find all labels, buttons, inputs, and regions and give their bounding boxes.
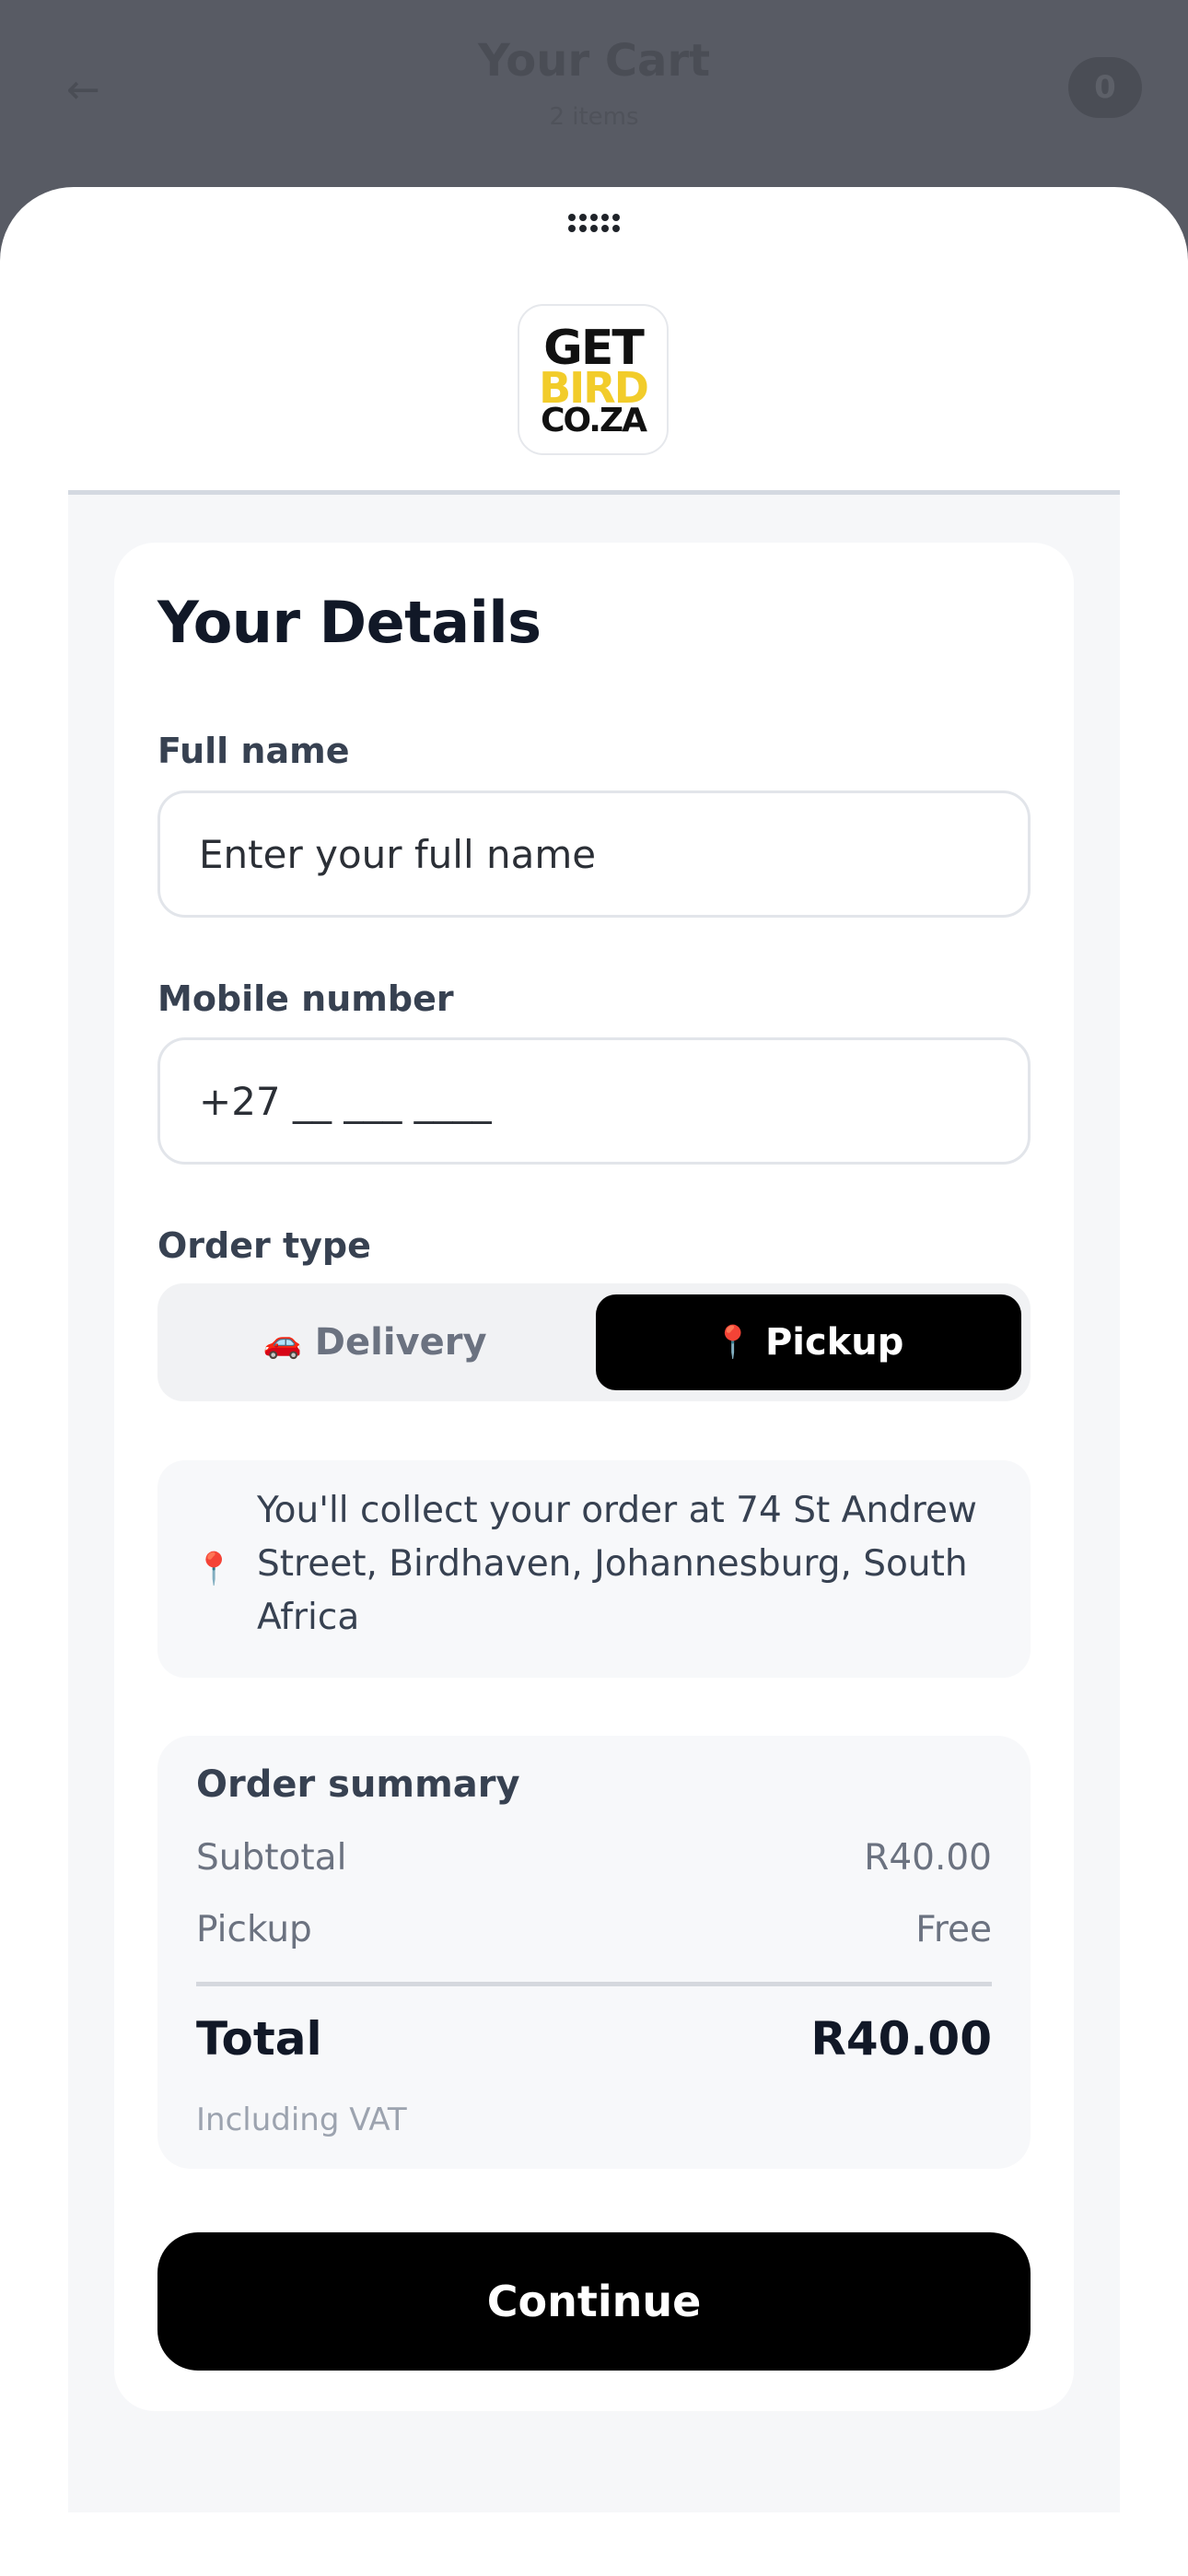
subtotal-value: R40.00 xyxy=(864,1837,992,1879)
subtotal-label: Subtotal xyxy=(196,1837,347,1879)
cart-title: Your Cart xyxy=(477,35,711,87)
full-name-label: Full name xyxy=(157,731,350,771)
total-value: R40.00 xyxy=(810,2012,992,2066)
pickup-fee-value: Free xyxy=(915,1909,992,1950)
order-type-toggle: 🚗 Delivery 📍 Pickup xyxy=(157,1283,1031,1401)
mobile-number-label: Mobile number xyxy=(157,978,454,1019)
cart-count-badge: 0 xyxy=(1068,57,1142,118)
order-summary: Order summary Subtotal R40.00 Pickup Fre… xyxy=(157,1736,1031,2169)
order-type-label: Order type xyxy=(157,1225,371,1266)
full-name-input[interactable] xyxy=(157,790,1031,918)
car-icon: 🚗 xyxy=(262,1324,302,1361)
pin-icon: 📍 xyxy=(713,1324,752,1361)
pickup-fee-label: Pickup xyxy=(196,1909,312,1950)
drag-handle-icon[interactable] xyxy=(568,214,620,234)
logo-text-coza: CO.ZA xyxy=(541,402,647,439)
pickup-label: Pickup xyxy=(764,1321,904,1364)
details-panel: Your Details Full name Mobile number Ord… xyxy=(68,495,1120,2512)
continue-button[interactable]: Continue xyxy=(157,2232,1031,2371)
total-label: Total xyxy=(196,2012,322,2066)
order-summary-title: Order summary xyxy=(196,1763,520,1806)
vat-note: Including VAT xyxy=(196,2102,407,2138)
details-bottom-sheet: GET BIRD CO.ZA Your Details Full name Mo… xyxy=(0,187,1188,2576)
delivery-label: Delivery xyxy=(314,1321,487,1364)
order-type-delivery-button[interactable]: 🚗 Delivery xyxy=(167,1294,583,1390)
summary-divider xyxy=(196,1982,992,1986)
page-title: Your Details xyxy=(157,589,542,656)
pickup-address-text: You'll collect your order at 74 St Andre… xyxy=(257,1490,977,1638)
order-type-pickup-button[interactable]: 📍 Pickup xyxy=(596,1294,1021,1390)
cart-subtitle: 2 items xyxy=(549,103,639,131)
store-logo: GET BIRD CO.ZA xyxy=(518,304,669,455)
details-card: Your Details Full name Mobile number Ord… xyxy=(114,543,1074,2411)
pin-icon: 📍 xyxy=(194,1551,234,1587)
pickup-info-box: 📍 You'll collect your order at 74 St And… xyxy=(157,1460,1031,1678)
mobile-number-input[interactable] xyxy=(157,1037,1031,1165)
